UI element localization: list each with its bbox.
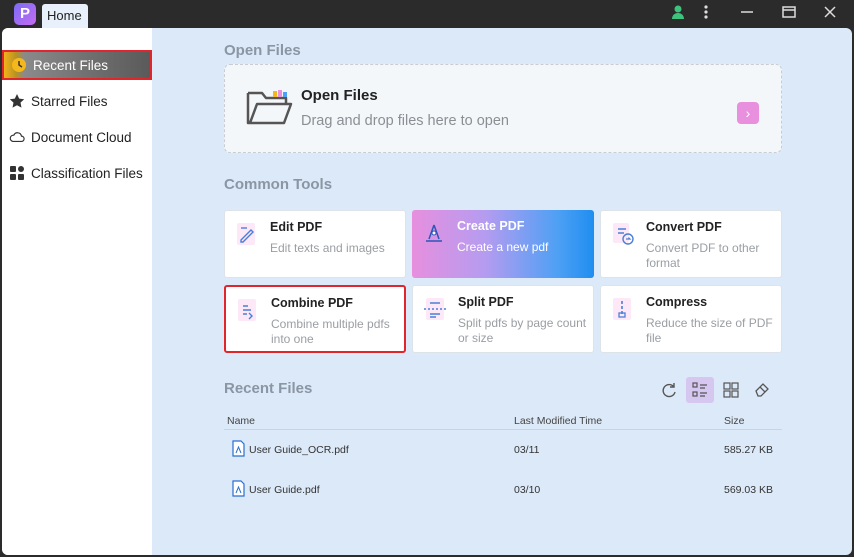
star-icon <box>9 93 25 109</box>
sidebar-item-starred-files[interactable]: Starred Files <box>2 86 152 116</box>
open-files-subtitle: Drag and drop files here to open <box>301 113 509 129</box>
minimize-icon[interactable] <box>737 4 757 24</box>
table-header-divider <box>224 429 782 430</box>
tool-title: Combine PDF <box>271 296 353 310</box>
column-header-modified[interactable]: Last Modified Time <box>514 415 602 427</box>
more-vertical-icon[interactable] <box>696 4 716 24</box>
pdf-file-icon <box>232 480 245 497</box>
create-pdf-icon <box>421 220 447 246</box>
app-logo: P <box>14 3 36 25</box>
tool-title: Create PDF <box>457 219 525 233</box>
convert-pdf-icon <box>610 221 636 247</box>
sidebar-item-classification-files[interactable]: Classification Files <box>2 158 152 188</box>
tool-compress[interactable]: Compress Reduce the size of PDF file <box>600 285 782 353</box>
split-pdf-icon <box>422 296 448 322</box>
sidebar-item-recent-files[interactable]: Recent Files <box>2 50 152 80</box>
column-header-name[interactable]: Name <box>227 415 255 427</box>
clock-icon <box>11 57 27 73</box>
column-header-size[interactable]: Size <box>724 415 744 427</box>
edit-pdf-icon <box>234 221 260 247</box>
close-icon[interactable] <box>820 4 840 24</box>
tool-description: Create a new pdf <box>457 240 549 254</box>
tool-create-pdf[interactable]: Create PDF Create a new pdf <box>412 210 594 278</box>
main-window: Recent Files Starred Files Document Clou… <box>2 28 852 555</box>
file-name: User Guide.pdf <box>249 484 320 496</box>
cloud-icon <box>9 129 25 145</box>
sidebar-item-document-cloud[interactable]: Document Cloud <box>2 122 152 152</box>
sidebar-item-label: Starred Files <box>31 93 108 109</box>
tool-split-pdf[interactable]: Split PDF Split pdfs by page count or si… <box>412 285 594 353</box>
open-files-title: Open Files <box>301 87 378 104</box>
sidebar-item-label: Recent Files <box>33 57 109 73</box>
table-row[interactable]: User Guide_OCR.pdf 03/11 585.27 KB <box>224 436 782 466</box>
user-icon[interactable] <box>668 4 688 24</box>
chevron-right-icon[interactable]: › <box>737 102 759 124</box>
refresh-icon[interactable] <box>655 377 683 403</box>
tool-description: Convert PDF to other format <box>646 241 760 270</box>
title-bar: P Home <box>0 0 854 28</box>
tool-title: Split PDF <box>458 295 514 309</box>
tool-description: Combine multiple pdfs into one <box>271 317 390 346</box>
tool-title: Convert PDF <box>646 220 722 234</box>
sidebar-item-label: Classification Files <box>31 165 143 181</box>
combine-pdf-icon <box>235 297 261 323</box>
tool-title: Compress <box>646 295 708 309</box>
grid-view-icon[interactable] <box>717 377 745 403</box>
folder-icon <box>245 87 293 132</box>
tool-edit-pdf[interactable]: Edit PDF Edit texts and images <box>224 210 406 278</box>
file-name: User Guide_OCR.pdf <box>249 444 349 456</box>
file-size: 585.27 KB <box>724 444 774 456</box>
pdf-file-icon <box>232 440 245 457</box>
recent-files-heading: Recent Files <box>224 380 313 397</box>
tool-description: Split pdfs by page count or size <box>458 316 587 345</box>
open-files-dropzone[interactable]: Open Files Drag and drop files here to o… <box>224 64 782 153</box>
table-row[interactable]: User Guide.pdf 03/10 569.03 KB <box>224 476 782 506</box>
tool-title: Edit PDF <box>270 220 323 234</box>
file-modified: 03/10 <box>514 484 541 496</box>
tool-description: Edit texts and images <box>270 241 385 255</box>
tool-convert-pdf[interactable]: Convert PDF Convert PDF to other format <box>600 210 782 278</box>
tool-description: Reduce the size of PDF file <box>646 316 773 345</box>
sidebar: Recent Files Starred Files Document Clou… <box>2 28 152 555</box>
common-tools-heading: Common Tools <box>224 176 333 193</box>
compress-icon <box>610 296 636 322</box>
maximize-icon[interactable] <box>779 4 799 24</box>
tab-home[interactable]: Home <box>42 4 88 28</box>
file-size: 569.03 KB <box>724 484 774 496</box>
grid-icon <box>9 165 25 181</box>
file-modified: 03/11 <box>514 444 540 456</box>
sidebar-item-label: Document Cloud <box>31 129 132 145</box>
list-view-icon[interactable] <box>686 377 714 403</box>
open-files-heading: Open Files <box>224 42 301 59</box>
clear-eraser-icon[interactable] <box>748 377 776 403</box>
tool-combine-pdf[interactable]: Combine PDF Combine multiple pdfs into o… <box>224 285 406 353</box>
